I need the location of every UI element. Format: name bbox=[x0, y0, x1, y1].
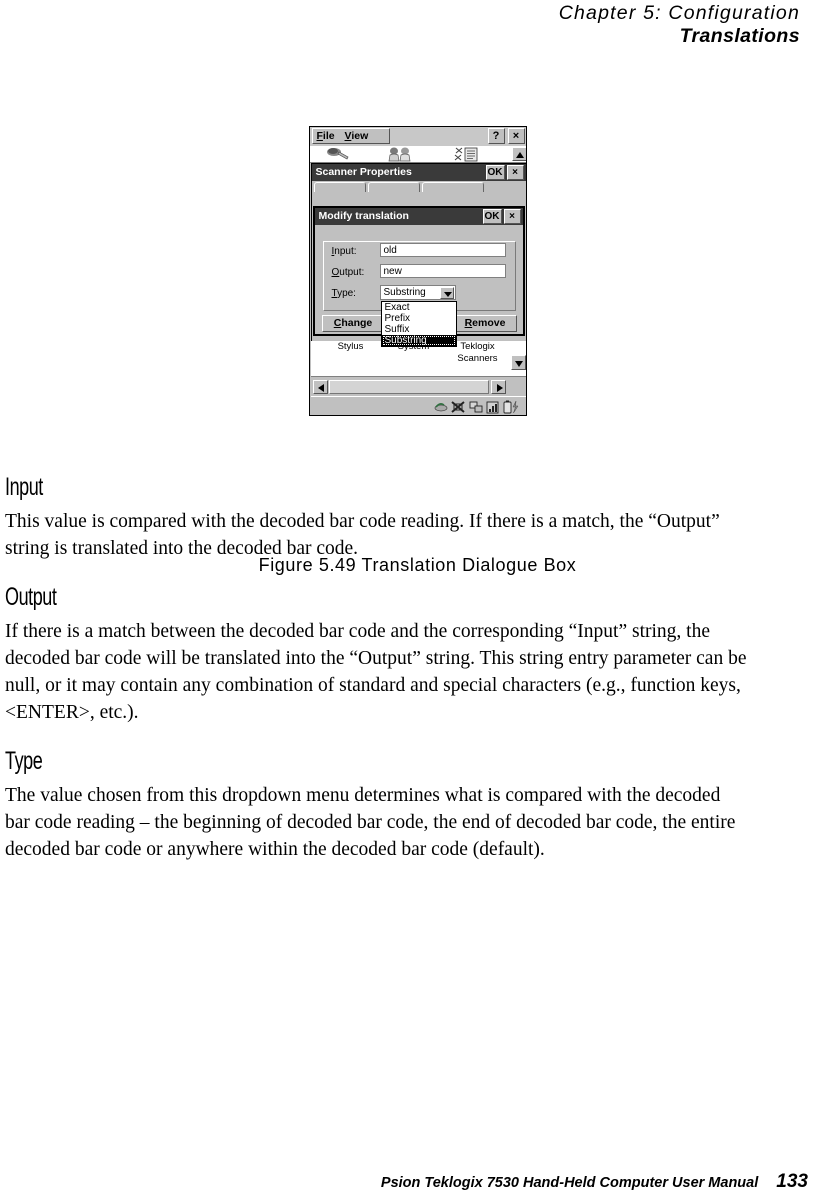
remove-label-rest: emove bbox=[472, 317, 506, 329]
menu-view[interactable]: View bbox=[341, 130, 372, 142]
system-icon bbox=[388, 147, 410, 162]
scanner-close-button[interactable]: × bbox=[506, 165, 524, 180]
modify-translation-window: Modify translation OK × Input: old Outpu… bbox=[312, 206, 525, 347]
heading-output: Output bbox=[5, 583, 57, 611]
input-label-rest: nput: bbox=[334, 246, 357, 257]
signal-strength-icon bbox=[486, 401, 498, 414]
scrollbar-track[interactable] bbox=[328, 380, 489, 394]
heading-input: Input bbox=[5, 473, 43, 501]
control-panel-icon-strip bbox=[309, 146, 526, 163]
type-option-exact[interactable]: Exact bbox=[382, 302, 456, 313]
scanner-properties-titlebar: Scanner Properties OK × bbox=[311, 164, 526, 181]
taskbar bbox=[310, 396, 526, 415]
triangle-down-glyph bbox=[443, 292, 452, 297]
page-header: Chapter 5: Configuration Translations bbox=[0, 0, 800, 48]
help-button[interactable]: ? bbox=[487, 128, 505, 144]
tab-pill-3[interactable] bbox=[421, 182, 484, 192]
page-content: Input This value is compared with the de… bbox=[5, 474, 765, 885]
scanner-properties-title: Scanner Properties bbox=[315, 166, 412, 178]
input-field-label: Input: bbox=[332, 246, 357, 257]
triangle-up-icon bbox=[515, 152, 524, 158]
output-field-label: Output: bbox=[332, 267, 365, 278]
triangle-down-icon bbox=[514, 361, 523, 367]
tab-pill-1[interactable] bbox=[313, 182, 366, 192]
section-output: Output If there is a match between the d… bbox=[5, 584, 765, 726]
heading-type: Type bbox=[5, 747, 43, 775]
triangle-right-icon bbox=[496, 384, 503, 392]
remove-button[interactable]: Remove bbox=[453, 315, 517, 332]
paragraph-type: The value chosen from this dropdown menu… bbox=[5, 785, 736, 860]
shell-menubar: File View ? × bbox=[309, 127, 526, 146]
footer-manual-title: Psion Teklogix 7530 Hand-Held Computer U… bbox=[380, 1175, 759, 1191]
modify-translation-titlebar: Modify translation OK × bbox=[314, 208, 523, 225]
device-screenshot: File View ? × Scanner Properties OK × Mo… bbox=[308, 126, 527, 416]
figure-block: File View ? × Scanner Properties OK × Mo… bbox=[0, 126, 835, 575]
caption-stylus: Stylus bbox=[337, 341, 364, 352]
scroll-down-button[interactable] bbox=[510, 355, 526, 370]
type-option-prefix[interactable]: Prefix bbox=[382, 313, 456, 324]
battery-charging-icon bbox=[503, 400, 518, 414]
header-section: Translations bbox=[679, 25, 800, 47]
two-computers-icon bbox=[469, 401, 482, 413]
input-field[interactable]: old bbox=[379, 243, 506, 257]
output-field[interactable]: new bbox=[379, 264, 506, 278]
scroll-left-button[interactable] bbox=[312, 380, 328, 394]
modify-close-button[interactable]: × bbox=[503, 209, 521, 224]
modify-ok-button[interactable]: OK bbox=[482, 209, 502, 224]
type-option-substring[interactable]: Substring bbox=[381, 335, 456, 346]
desktop-icon bbox=[434, 403, 447, 412]
change-button[interactable]: Change bbox=[321, 315, 385, 332]
paragraph-input: This value is compared with the decoded … bbox=[5, 511, 720, 559]
tab-pill-2[interactable] bbox=[367, 182, 420, 192]
chevron-down-icon[interactable] bbox=[439, 287, 454, 299]
horizontal-scrollbar[interactable] bbox=[310, 379, 526, 396]
page-footer: Psion Teklogix 7530 Hand-Held Computer U… bbox=[0, 1171, 808, 1193]
modify-translation-title: Modify translation bbox=[318, 210, 409, 222]
type-label-rest: ype: bbox=[337, 288, 356, 299]
output-label-rest: utput: bbox=[339, 267, 365, 278]
section-type: Type The value chosen from this dropdown… bbox=[5, 748, 765, 863]
scroll-right-button[interactable] bbox=[490, 380, 506, 394]
paragraph-output: If there is a match between the decoded … bbox=[5, 621, 747, 723]
type-dropdown-list[interactable]: Exact Prefix Suffix Substring bbox=[380, 301, 457, 347]
section-input: Input This value is compared with the de… bbox=[5, 474, 765, 562]
network-disconnected-icon bbox=[450, 401, 465, 413]
shell-close-button[interactable]: × bbox=[507, 128, 525, 144]
shell-menu-group: File View bbox=[311, 128, 390, 144]
stylus-icon bbox=[326, 148, 348, 160]
triangle-left-icon bbox=[317, 384, 324, 392]
caption-scanners: Scanners bbox=[457, 353, 498, 364]
footer-page-number: 133 bbox=[776, 1171, 808, 1192]
header-chapter: Chapter 5: Configuration bbox=[558, 2, 800, 24]
menu-file[interactable]: File bbox=[313, 130, 338, 142]
change-label-rest: hange bbox=[341, 317, 373, 329]
scroll-up-button[interactable] bbox=[511, 147, 526, 161]
scanner-tab-row bbox=[313, 182, 524, 192]
type-combobox-value: Substring bbox=[383, 287, 426, 298]
type-field-label: Type: bbox=[332, 288, 356, 299]
type-combobox[interactable]: Substring bbox=[379, 285, 456, 300]
teklogix-scanners-icon bbox=[454, 147, 477, 162]
type-option-suffix[interactable]: Suffix bbox=[382, 324, 456, 335]
system-tray bbox=[434, 400, 518, 414]
scanner-ok-button[interactable]: OK bbox=[485, 165, 505, 180]
